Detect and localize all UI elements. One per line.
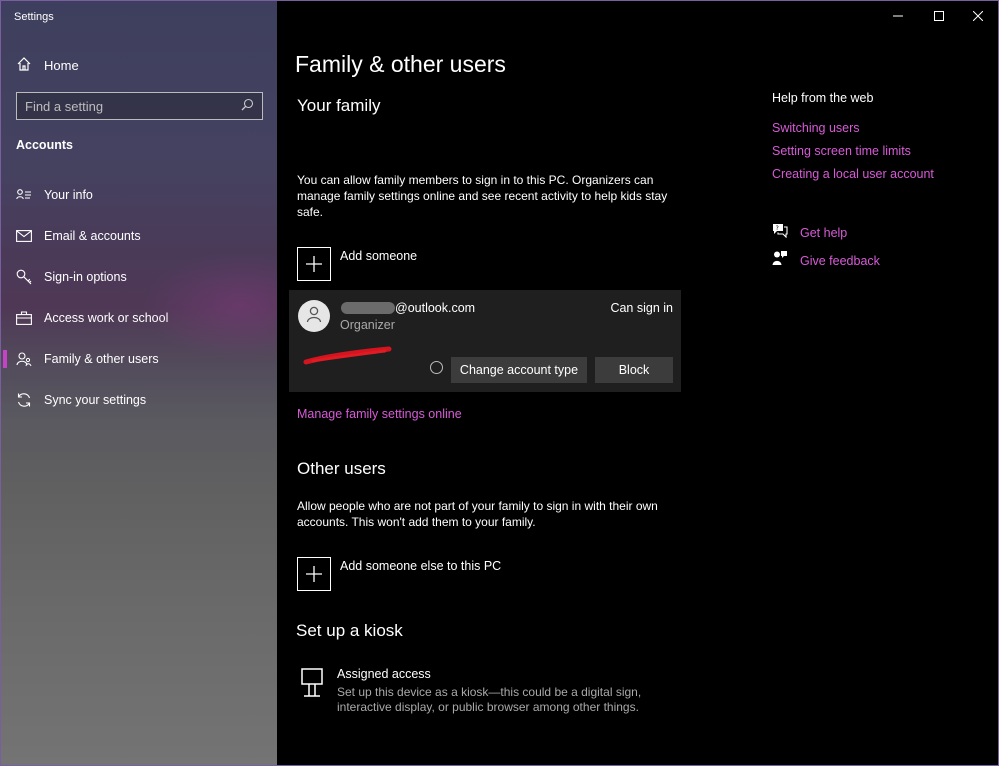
- person-icon: [305, 305, 323, 328]
- account-role: Organizer: [340, 318, 395, 332]
- account-email: @outlook.com: [395, 301, 476, 315]
- feedback-icon: [772, 250, 788, 271]
- maximize-button[interactable]: [919, 1, 959, 33]
- sidebar-item-label: Your info: [44, 188, 93, 202]
- briefcase-icon: [16, 310, 32, 326]
- page-title: Family & other users: [295, 51, 506, 77]
- help-link-local-account[interactable]: Creating a local user account: [772, 167, 934, 181]
- avatar: [298, 300, 330, 332]
- plus-icon: [297, 557, 331, 591]
- section-title: Accounts: [16, 138, 73, 152]
- kiosk-heading: Set up a kiosk: [296, 621, 403, 640]
- kiosk-description-line2: interactive display, or public browser a…: [337, 700, 639, 714]
- add-someone-else-label: Add someone else to this PC: [340, 559, 502, 573]
- close-button[interactable]: [958, 1, 998, 33]
- main-content: Family & other users Your family You can…: [277, 1, 998, 765]
- help-title: Help from the web: [772, 91, 874, 105]
- chat-help-icon: ?: [772, 223, 788, 243]
- other-users-description: Allow people who are not part of your fa…: [297, 499, 658, 529]
- sidebar-item-family[interactable]: Family & other users: [1, 341, 277, 377]
- family-account-card[interactable]: @outlook.com Organizer Can sign in Chang…: [289, 290, 681, 392]
- key-icon: [16, 269, 32, 285]
- other-users-heading: Other users: [297, 459, 386, 478]
- minimize-icon: [893, 8, 903, 26]
- close-icon: [972, 8, 984, 26]
- svg-text:?: ?: [776, 225, 779, 232]
- account-radio[interactable]: [430, 361, 443, 374]
- get-help-link[interactable]: Get help: [800, 226, 847, 240]
- give-feedback-link[interactable]: Give feedback: [800, 254, 880, 268]
- kiosk-icon: [301, 668, 323, 703]
- envelope-icon: [16, 228, 32, 244]
- your-family-heading: Your family: [297, 96, 381, 115]
- search-placeholder: Find a setting: [25, 98, 104, 114]
- people-icon: [16, 351, 32, 367]
- sidebar: Settings Home Find a setting Accounts Yo…: [1, 1, 341, 765]
- block-button[interactable]: Block: [595, 357, 673, 383]
- sync-icon: [16, 392, 32, 408]
- sidebar-item-label: Sync your settings: [44, 393, 147, 407]
- sidebar-item-sync[interactable]: Sync your settings: [1, 382, 277, 418]
- home-label: Home: [44, 58, 79, 73]
- sidebar-item-email-accounts[interactable]: Email & accounts: [1, 218, 277, 254]
- sidebar-item-sign-in-options[interactable]: Sign-in options: [1, 259, 277, 295]
- manage-family-link[interactable]: Manage family settings online: [297, 407, 462, 421]
- account-status: Can sign in: [610, 301, 673, 315]
- maximize-icon: [934, 8, 944, 26]
- sidebar-item-label: Email & accounts: [44, 229, 141, 243]
- change-account-type-button[interactable]: Change account type: [451, 357, 587, 383]
- family-description: You can allow family members to sign in …: [297, 173, 668, 219]
- sidebar-item-your-info[interactable]: Your info: [1, 177, 277, 213]
- help-link-screen-time[interactable]: Setting screen time limits: [772, 144, 911, 158]
- help-link-switching-users[interactable]: Switching users: [772, 121, 860, 135]
- redacted-name: [341, 302, 395, 314]
- minimize-button[interactable]: [878, 1, 918, 33]
- sidebar-item-label: Family & other users: [44, 352, 159, 366]
- sidebar-item-label: Sign-in options: [44, 270, 127, 284]
- add-someone-label: Add someone: [340, 249, 418, 263]
- plus-icon: [297, 247, 331, 281]
- kiosk-description-line1: Set up this device as a kiosk—this could…: [337, 685, 642, 699]
- app-title: Settings: [14, 11, 54, 23]
- add-other-user-button[interactable]: Add someone else to this PC: [297, 557, 501, 591]
- settings-window: Settings Home Find a setting Accounts Yo…: [0, 0, 999, 766]
- assigned-access-link[interactable]: Assigned access: [337, 667, 431, 681]
- give-feedback-row[interactable]: Give feedback: [772, 250, 880, 271]
- add-family-member-button[interactable]: Add someone: [297, 247, 417, 281]
- sidebar-item-label: Access work or school: [44, 311, 169, 325]
- contact-card-icon: [16, 187, 32, 203]
- home-nav-item[interactable]: Home: [16, 56, 79, 75]
- home-icon: [16, 56, 32, 75]
- get-help-row[interactable]: ? Get help: [772, 223, 847, 243]
- search-icon[interactable]: [241, 98, 254, 114]
- redaction-scribble: [303, 346, 392, 365]
- sidebar-item-access-work[interactable]: Access work or school: [1, 300, 277, 336]
- search-input[interactable]: Find a setting: [16, 92, 263, 120]
